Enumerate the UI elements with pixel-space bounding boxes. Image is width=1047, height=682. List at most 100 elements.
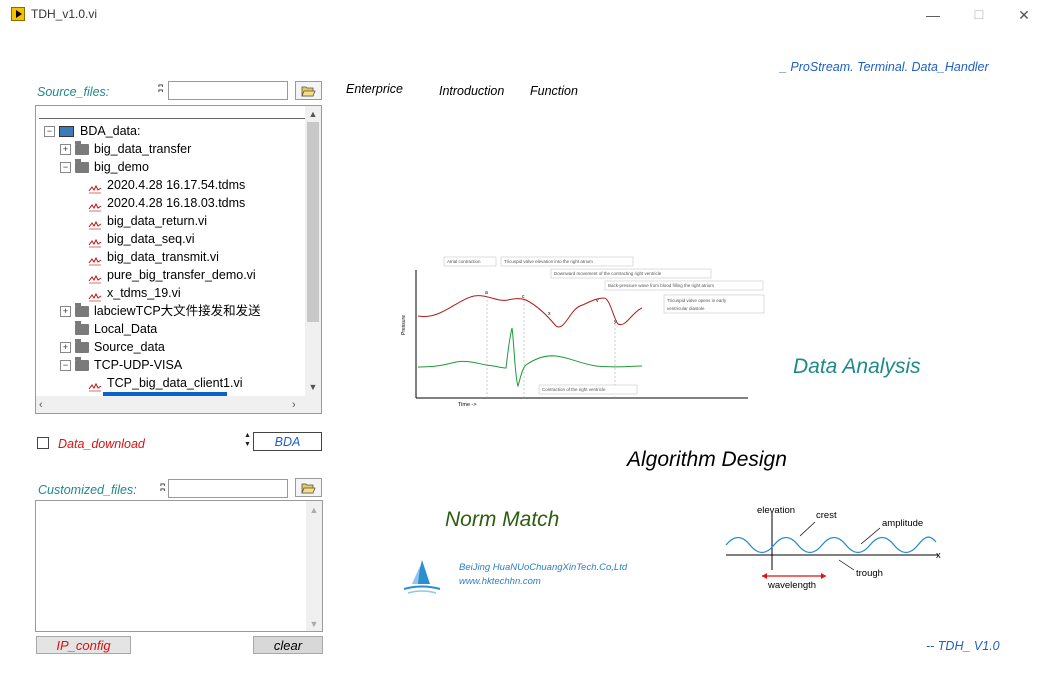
tree-item-label: BDA_data: [80, 124, 141, 138]
source-files-tree[interactable]: − BDA_data: + big_data_transfer − big_demo 202… [35, 105, 322, 414]
norm-match-label: Norm Match [445, 508, 560, 531]
close-button[interactable]: ✕ [1001, 0, 1047, 30]
scroll-down-arrow-icon[interactable]: ▼ [306, 619, 322, 629]
scroll-down-arrow-icon[interactable]: ▼ [305, 382, 321, 392]
window-title: TDH_v1.0.vi [31, 7, 98, 21]
tree-file-item[interactable]: big_data_seq.vi [88, 230, 195, 248]
company-url[interactable]: www.hktechhn.com [459, 576, 541, 587]
maximize-button[interactable]: ☐ [956, 0, 1002, 30]
tree-file-item[interactable]: pure_big_transfer_demo.vi [88, 266, 256, 284]
tree-item-label: TCP-UDP-VISA [94, 358, 183, 372]
customized-browse-button[interactable] [295, 478, 322, 497]
folder-icon [75, 303, 89, 318]
customized-files-label: Customized_files: [38, 483, 137, 497]
data-download-checkbox[interactable] [37, 437, 49, 449]
expand-icon[interactable]: + [60, 144, 71, 156]
tree-vertical-scrollbar[interactable]: ▲ ▼ [305, 106, 321, 396]
waveform-file-icon [88, 289, 102, 302]
tree-item-label: big_data_return.vi [107, 214, 208, 228]
clear-button[interactable]: clear [253, 636, 323, 654]
customized-files-textarea[interactable] [35, 500, 323, 632]
scroll-up-arrow-icon[interactable]: ▲ [306, 505, 322, 515]
scroll-left-arrow-icon[interactable]: ‹ [39, 399, 43, 411]
tree-item-label: big_data_transfer [94, 142, 192, 156]
scroll-right-arrow-icon[interactable]: › [292, 399, 296, 411]
tree-folder-item[interactable]: + Source_data [60, 338, 165, 356]
pressure-waveform-image: Pressure Time -> Atrial contraction Tric… [401, 256, 765, 408]
expand-icon[interactable]: + [60, 306, 71, 318]
version-label: -- TDH_ V1.0 [926, 639, 1000, 653]
annotation-atrial: Atrial contraction [447, 259, 481, 264]
tree-file-item[interactable]: TCP_big_data_client1.vi [88, 374, 243, 392]
tree-item-label: labciewTCP大文件接发和发送 [94, 304, 261, 318]
elevation-label: elevation [757, 505, 795, 516]
ip-config-button[interactable]: IP_config [36, 636, 131, 654]
tree-file-item[interactable]: big_data_transmit.vi [88, 248, 219, 266]
path-icon: ʭ [160, 483, 166, 494]
menu-enterprise[interactable]: Enterprice [346, 82, 403, 96]
crest-label: crest [816, 510, 837, 521]
tree-item-label: TCP_big_data_client1.vi [107, 376, 243, 390]
labview-icon [11, 7, 25, 21]
title-bar: TDH_v1.0.vi — ☐ ✕ [0, 0, 1047, 30]
collapse-icon[interactable]: − [60, 360, 71, 372]
scroll-thumb[interactable] [307, 122, 319, 322]
trough-label: trough [856, 568, 883, 579]
y-axis-label: Pressure [401, 315, 407, 335]
tree-folder-item[interactable]: + labciewTCP大文件接发和发送 [60, 302, 261, 320]
tree-folder-item[interactable]: − TCP-UDP-VISA [60, 356, 182, 374]
tree-item-label: big_demo [94, 160, 149, 174]
menu-introduction[interactable]: Introduction [439, 84, 504, 98]
annotation-back-pressure: Back-pressure wave from blood filling th… [608, 283, 714, 288]
expand-icon[interactable]: + [60, 342, 71, 354]
tree-folder-item[interactable]: Local_Data [60, 320, 157, 338]
minimize-button[interactable]: — [910, 0, 956, 30]
annotation-contraction: Contraction of the right ventricle [542, 387, 606, 392]
annotation-downward: Downward movement of the contracting rig… [554, 271, 662, 276]
point-a: a [485, 290, 488, 296]
waveform-file-icon [88, 253, 102, 266]
folder-icon [75, 141, 89, 156]
scroll-up-arrow-icon[interactable]: ▲ [305, 109, 321, 119]
waveform-file-icon [88, 217, 102, 230]
tree-item-label: Source_data [94, 340, 165, 354]
value-stepper[interactable]: ▲ ▼ [244, 431, 251, 449]
data-analysis-label: Data Analysis [793, 355, 921, 378]
data-download-label: Data_download [58, 437, 145, 451]
tree-folder-item[interactable]: − big_demo [60, 158, 149, 176]
annotation-valve-opens: Tricuspid valve opens in early [667, 298, 727, 303]
waveform-file-icon [88, 181, 102, 194]
tree-folder-item[interactable]: − BDA_data: [44, 122, 140, 140]
tree-folder-item[interactable]: + big_data_transfer [60, 140, 191, 158]
tree-file-item[interactable]: 2020.4.28 16.17.54.tdms [88, 176, 245, 194]
tree-header-divider [39, 118, 305, 119]
menu-function[interactable]: Function [530, 84, 578, 98]
tree-item-label: x_tdms_19.vi [107, 286, 181, 300]
tree-item-label: pure_big_transfer_demo.vi [107, 268, 256, 282]
algorithm-design-label: Algorithm Design [627, 448, 787, 471]
point-x: x [548, 311, 551, 317]
source-browse-button[interactable] [295, 81, 322, 100]
wave-x-label: x [936, 550, 941, 561]
customized-scrollbar[interactable]: ▲ ▼ [306, 501, 322, 631]
folder-icon [75, 339, 89, 354]
folder-icon [75, 357, 89, 372]
source-files-label: Source_files: [37, 85, 110, 99]
collapse-icon[interactable]: − [60, 162, 71, 174]
folder-icon [75, 159, 89, 174]
download-value-field[interactable]: BDA [253, 432, 322, 451]
waveform-file-icon [88, 235, 102, 248]
annotation-tricuspid-elevation: Tricuspid valve elevation into the right… [504, 259, 593, 264]
source-path-input[interactable] [168, 81, 288, 100]
tree-file-item[interactable]: 2020.4.28 16.18.03.tdms [88, 194, 245, 212]
tree-item-label: big_data_seq.vi [107, 232, 195, 246]
tree-file-item[interactable]: big_data_return.vi [88, 212, 207, 230]
tree-file-item[interactable]: x_tdms_19.vi [88, 284, 181, 302]
tree-horizontal-scrollbar[interactable]: ‹ › [36, 396, 321, 413]
sine-wave [725, 536, 937, 554]
collapse-icon[interactable]: − [44, 126, 55, 138]
waveform-file-icon [88, 271, 102, 284]
path-icon: ʭ [158, 84, 164, 95]
ecg-curve [417, 327, 643, 388]
customized-path-input[interactable] [168, 479, 288, 498]
